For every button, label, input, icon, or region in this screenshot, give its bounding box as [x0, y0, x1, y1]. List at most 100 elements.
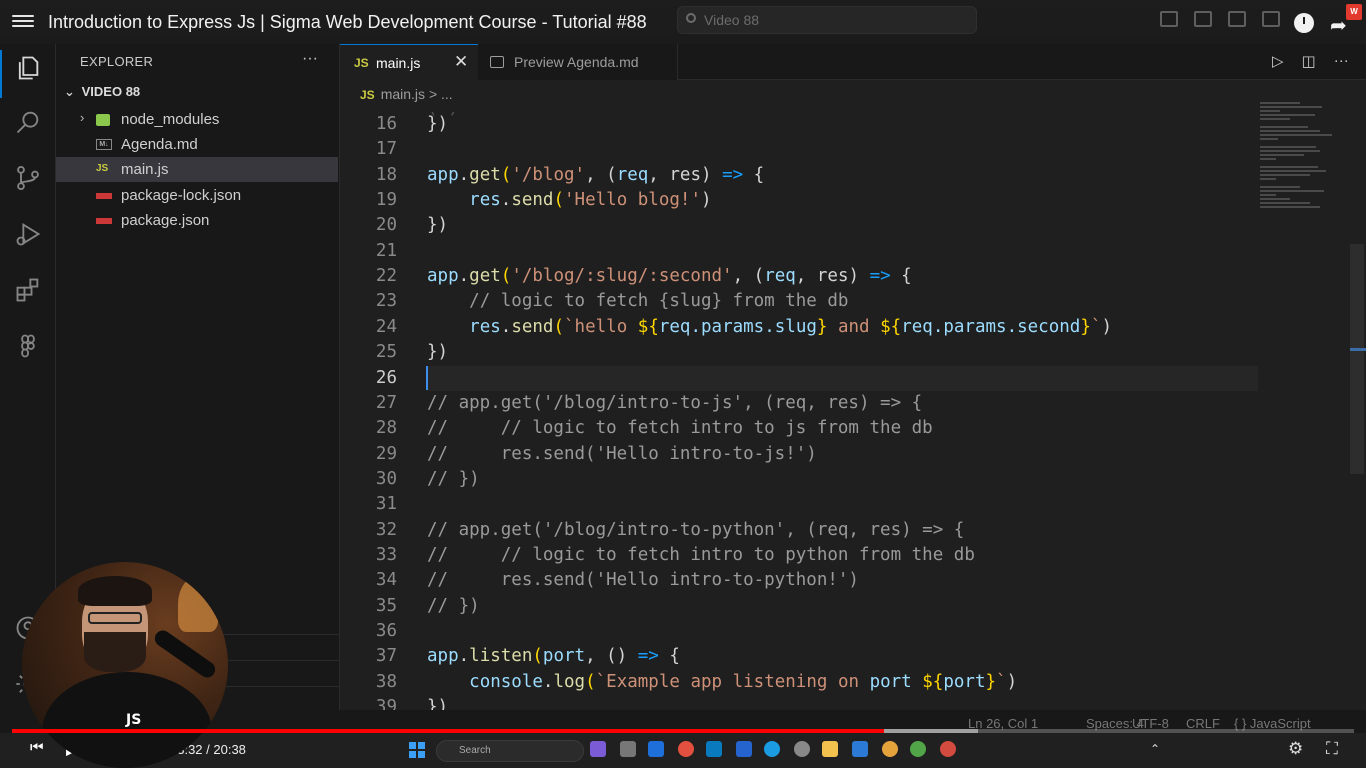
vscode-icon[interactable]	[852, 741, 868, 757]
code-editor[interactable]: ( ) 16})1718app.get('/blog', (req, res) …	[340, 112, 1260, 710]
more-actions-icon[interactable]: ···	[1334, 52, 1349, 70]
fullscreen-icon[interactable]: ⛶	[1326, 739, 1338, 759]
scrollbar[interactable]	[1350, 244, 1364, 474]
breadcrumb-file[interactable]: main.js	[381, 86, 425, 102]
minimap-line	[1260, 174, 1310, 176]
code-line[interactable]: 38 console.log(`Example app listening on…	[340, 672, 1260, 697]
line-number: 32	[375, 519, 397, 540]
explorer-icon[interactable]	[14, 54, 42, 82]
line-number: 21	[375, 240, 397, 261]
taskbar-search[interactable]: Search	[436, 740, 584, 762]
file-node-modules[interactable]: › node_modules	[56, 107, 338, 132]
code-line[interactable]: 31	[340, 494, 1260, 519]
menu-icon[interactable]	[12, 12, 34, 32]
code-text: })	[427, 114, 449, 134]
run-debug-icon[interactable]	[14, 220, 42, 248]
code-line[interactable]: 20})	[340, 215, 1260, 240]
chevron-up-icon[interactable]: ⌃	[1150, 742, 1160, 756]
file-agenda-md[interactable]: M↓ Agenda.md	[56, 132, 338, 157]
split-editor-icon[interactable]: ◫	[1302, 52, 1316, 70]
code-line[interactable]: 16})	[340, 114, 1260, 139]
code-line[interactable]: 39})	[340, 697, 1260, 710]
chrome-canary-icon[interactable]	[940, 741, 956, 757]
file-package-lock-json[interactable]: package-lock.json	[56, 183, 338, 208]
breadcrumb-rest[interactable]: > ...	[429, 86, 453, 102]
skype-icon[interactable]	[706, 741, 722, 757]
task-view-icon[interactable]	[620, 741, 636, 757]
run-icon[interactable]: ▷	[1272, 52, 1284, 70]
code-line[interactable]: 26	[340, 368, 1260, 393]
file-label: node_modules	[121, 111, 220, 128]
code-line[interactable]: 19 res.send('Hello blog!')	[340, 190, 1260, 215]
file-label: main.js	[121, 161, 169, 178]
code-text: console.log(`Example app listening on po…	[469, 671, 1018, 692]
code-line[interactable]: 25})	[340, 342, 1260, 367]
toggle-panel-icon[interactable]	[1194, 11, 1212, 27]
code-line[interactable]: 23 // logic to fetch {slug} from the db	[340, 291, 1260, 316]
video-progress-bar[interactable]	[12, 729, 1354, 733]
todo-icon[interactable]	[736, 741, 752, 757]
windows-start-icon[interactable]	[409, 742, 425, 758]
chrome-dev-icon[interactable]	[910, 741, 926, 757]
settings-gear-icon[interactable]: ⚙	[1288, 739, 1303, 759]
code-line[interactable]: 27 // app.get('/blog/intro-to-js', (req, …	[340, 393, 1260, 418]
code-text: app.listen(port, () => {	[427, 646, 680, 667]
code-line[interactable]: 35 // })	[340, 596, 1260, 621]
command-center-search[interactable]: Video 88	[677, 6, 977, 34]
chrome-icon[interactable]	[678, 741, 694, 757]
video-title[interactable]: Introduction to Express Js | Sigma Web D…	[48, 12, 647, 33]
more-actions-icon[interactable]: ···	[302, 50, 318, 68]
calendar-icon[interactable]	[648, 741, 664, 757]
code-text: // app.get('/blog/intro-to-python', (req…	[427, 519, 965, 540]
webcam-overlay: JS	[22, 562, 228, 768]
video-title-bar: Introduction to Express Js | Sigma Web D…	[0, 0, 1366, 44]
line-number: 30	[375, 468, 397, 489]
js-icon: JS	[354, 56, 369, 70]
search-icon[interactable]	[14, 108, 42, 136]
figma-icon[interactable]	[14, 332, 42, 360]
minimap-line	[1260, 194, 1276, 196]
toggle-secondary-sidebar-icon[interactable]	[1228, 11, 1246, 27]
channel-badge[interactable]: W	[1346, 4, 1362, 20]
code-line[interactable]: 29 // res.send('Hello intro-to-js!')	[340, 444, 1260, 469]
share-icon[interactable]: ➦	[1330, 13, 1347, 38]
code-line[interactable]: 18 app.get('/blog', (req, res) => {	[340, 165, 1260, 190]
code-line[interactable]: 36	[340, 621, 1260, 646]
code-line[interactable]: 34 // res.send('Hello intro-to-python!')	[340, 570, 1260, 595]
file-explorer-icon[interactable]	[822, 741, 838, 757]
line-number: 25	[375, 342, 397, 363]
extensions-icon[interactable]	[14, 276, 42, 304]
breadcrumb[interactable]: JS main.js > ...	[360, 86, 453, 102]
line-number: 31	[375, 494, 397, 515]
code-line[interactable]: 37 app.listen(port, () => {	[340, 646, 1260, 671]
watch-later-icon[interactable]	[1294, 13, 1314, 33]
code-line[interactable]: 24 res.send(`hello ${req.params.slug} an…	[340, 317, 1260, 342]
toggle-sidebar-icon[interactable]	[1160, 11, 1178, 27]
tab-preview-agenda[interactable]: Preview Agenda.md	[478, 44, 678, 80]
edge-icon[interactable]	[764, 741, 780, 757]
tab-main-js[interactable]: JS main.js ✕	[340, 44, 478, 80]
code-text: // })	[427, 595, 480, 616]
workspace-folder[interactable]: ⌄ VIDEO 88	[64, 84, 140, 104]
code-line[interactable]: 32 // app.get('/blog/intro-to-python', (r…	[340, 520, 1260, 545]
code-line[interactable]: 33 // // logic to fetch intro to python f…	[340, 545, 1260, 570]
chrome-profile-icon[interactable]	[882, 741, 898, 757]
code-line[interactable]: 28 // // logic to fetch intro to js from …	[340, 418, 1260, 443]
file-package-json[interactable]: package.json	[56, 208, 338, 233]
code-line[interactable]: 17	[340, 139, 1260, 164]
minimap-line	[1260, 202, 1310, 204]
code-line[interactable]: 21	[340, 241, 1260, 266]
code-line[interactable]: 22 app.get('/blog/:slug/:second', (req, r…	[340, 266, 1260, 291]
close-icon[interactable]: ✕	[454, 52, 468, 72]
source-control-icon[interactable]	[14, 164, 42, 192]
settings-app-icon[interactable]	[794, 741, 810, 757]
file-label: package.json	[121, 212, 210, 229]
customize-layout-icon[interactable]	[1262, 11, 1280, 27]
file-main-js[interactable]: JS main.js	[56, 157, 338, 182]
code-line[interactable]: 30 // })	[340, 469, 1260, 494]
minimap[interactable]	[1260, 102, 1350, 252]
minimap-line	[1260, 118, 1290, 120]
minimap-line	[1260, 198, 1290, 200]
copilot-icon[interactable]	[590, 741, 606, 757]
editor-area: JS main.js ✕ Preview Agenda.md ▷ ◫ ··· J…	[340, 44, 1366, 710]
